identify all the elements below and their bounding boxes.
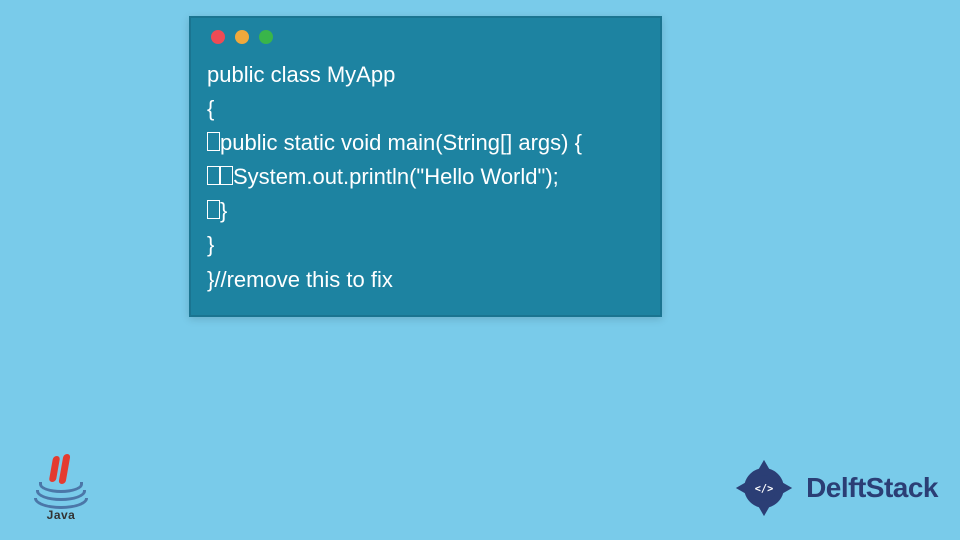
delftstack-text: DelftStack [806, 472, 938, 504]
java-cup-icon [34, 484, 88, 506]
code-line: public static void main(String[] args) { [207, 126, 644, 160]
code-line: } [207, 194, 644, 228]
indent-marker-icon [207, 166, 220, 185]
code-content: public class MyApp{public static void ma… [207, 58, 644, 297]
code-line: } [207, 228, 644, 262]
java-label: Java [34, 508, 88, 522]
indent-marker-icon [220, 166, 233, 185]
delftstack-logo: </> DelftStack [732, 456, 938, 520]
code-line: System.out.println("Hello World"); [207, 160, 644, 194]
code-window: public class MyApp{public static void ma… [189, 16, 662, 317]
code-line: }//remove this to fix [207, 263, 644, 297]
minimize-icon[interactable] [235, 30, 249, 44]
delftstack-emblem-icon: </> [732, 456, 796, 520]
close-icon[interactable] [211, 30, 225, 44]
maximize-icon[interactable] [259, 30, 273, 44]
code-line: { [207, 92, 644, 126]
indent-marker-icon [207, 132, 220, 151]
svg-text:</>: </> [755, 483, 774, 495]
java-logo: Java [34, 454, 88, 522]
indent-marker-icon [207, 200, 220, 219]
window-traffic-lights [211, 30, 644, 44]
code-line: public class MyApp [207, 58, 644, 92]
